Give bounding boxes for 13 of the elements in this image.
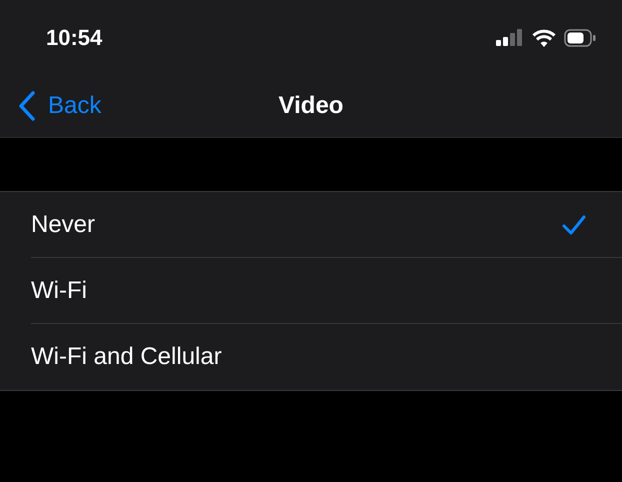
option-label: Never: [31, 210, 96, 240]
option-label: Wi-Fi: [31, 276, 87, 306]
option-label: Wi-Fi and Cellular: [31, 342, 222, 372]
wifi-icon: [532, 28, 556, 46]
page-title: Video: [278, 91, 344, 121]
chevron-left-icon: [18, 91, 36, 121]
battery-icon: [564, 28, 596, 46]
signal-icon: [496, 29, 524, 46]
option-row[interactable]: Never: [0, 192, 622, 258]
status-time: 10:54: [46, 24, 102, 52]
back-button[interactable]: Back: [0, 88, 102, 124]
option-row[interactable]: Wi-Fi: [0, 258, 622, 324]
option-row[interactable]: Wi-Fi and Cellular: [0, 324, 622, 390]
